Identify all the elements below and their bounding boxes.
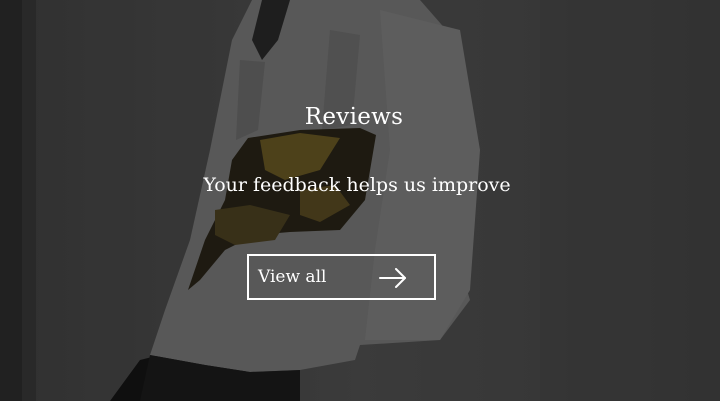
hero-subtitle: Your feedback helps us improve	[203, 174, 511, 196]
view-all-label: View all	[258, 267, 327, 287]
view-all-button[interactable]: View all	[247, 254, 436, 300]
arrow-right-icon	[379, 268, 406, 288]
page-title: Reviews	[304, 104, 404, 130]
reviews-hero: Reviews Your feedback helps us improve V…	[0, 0, 720, 401]
hero-content: Reviews Your feedback helps us improve V…	[0, 0, 720, 401]
